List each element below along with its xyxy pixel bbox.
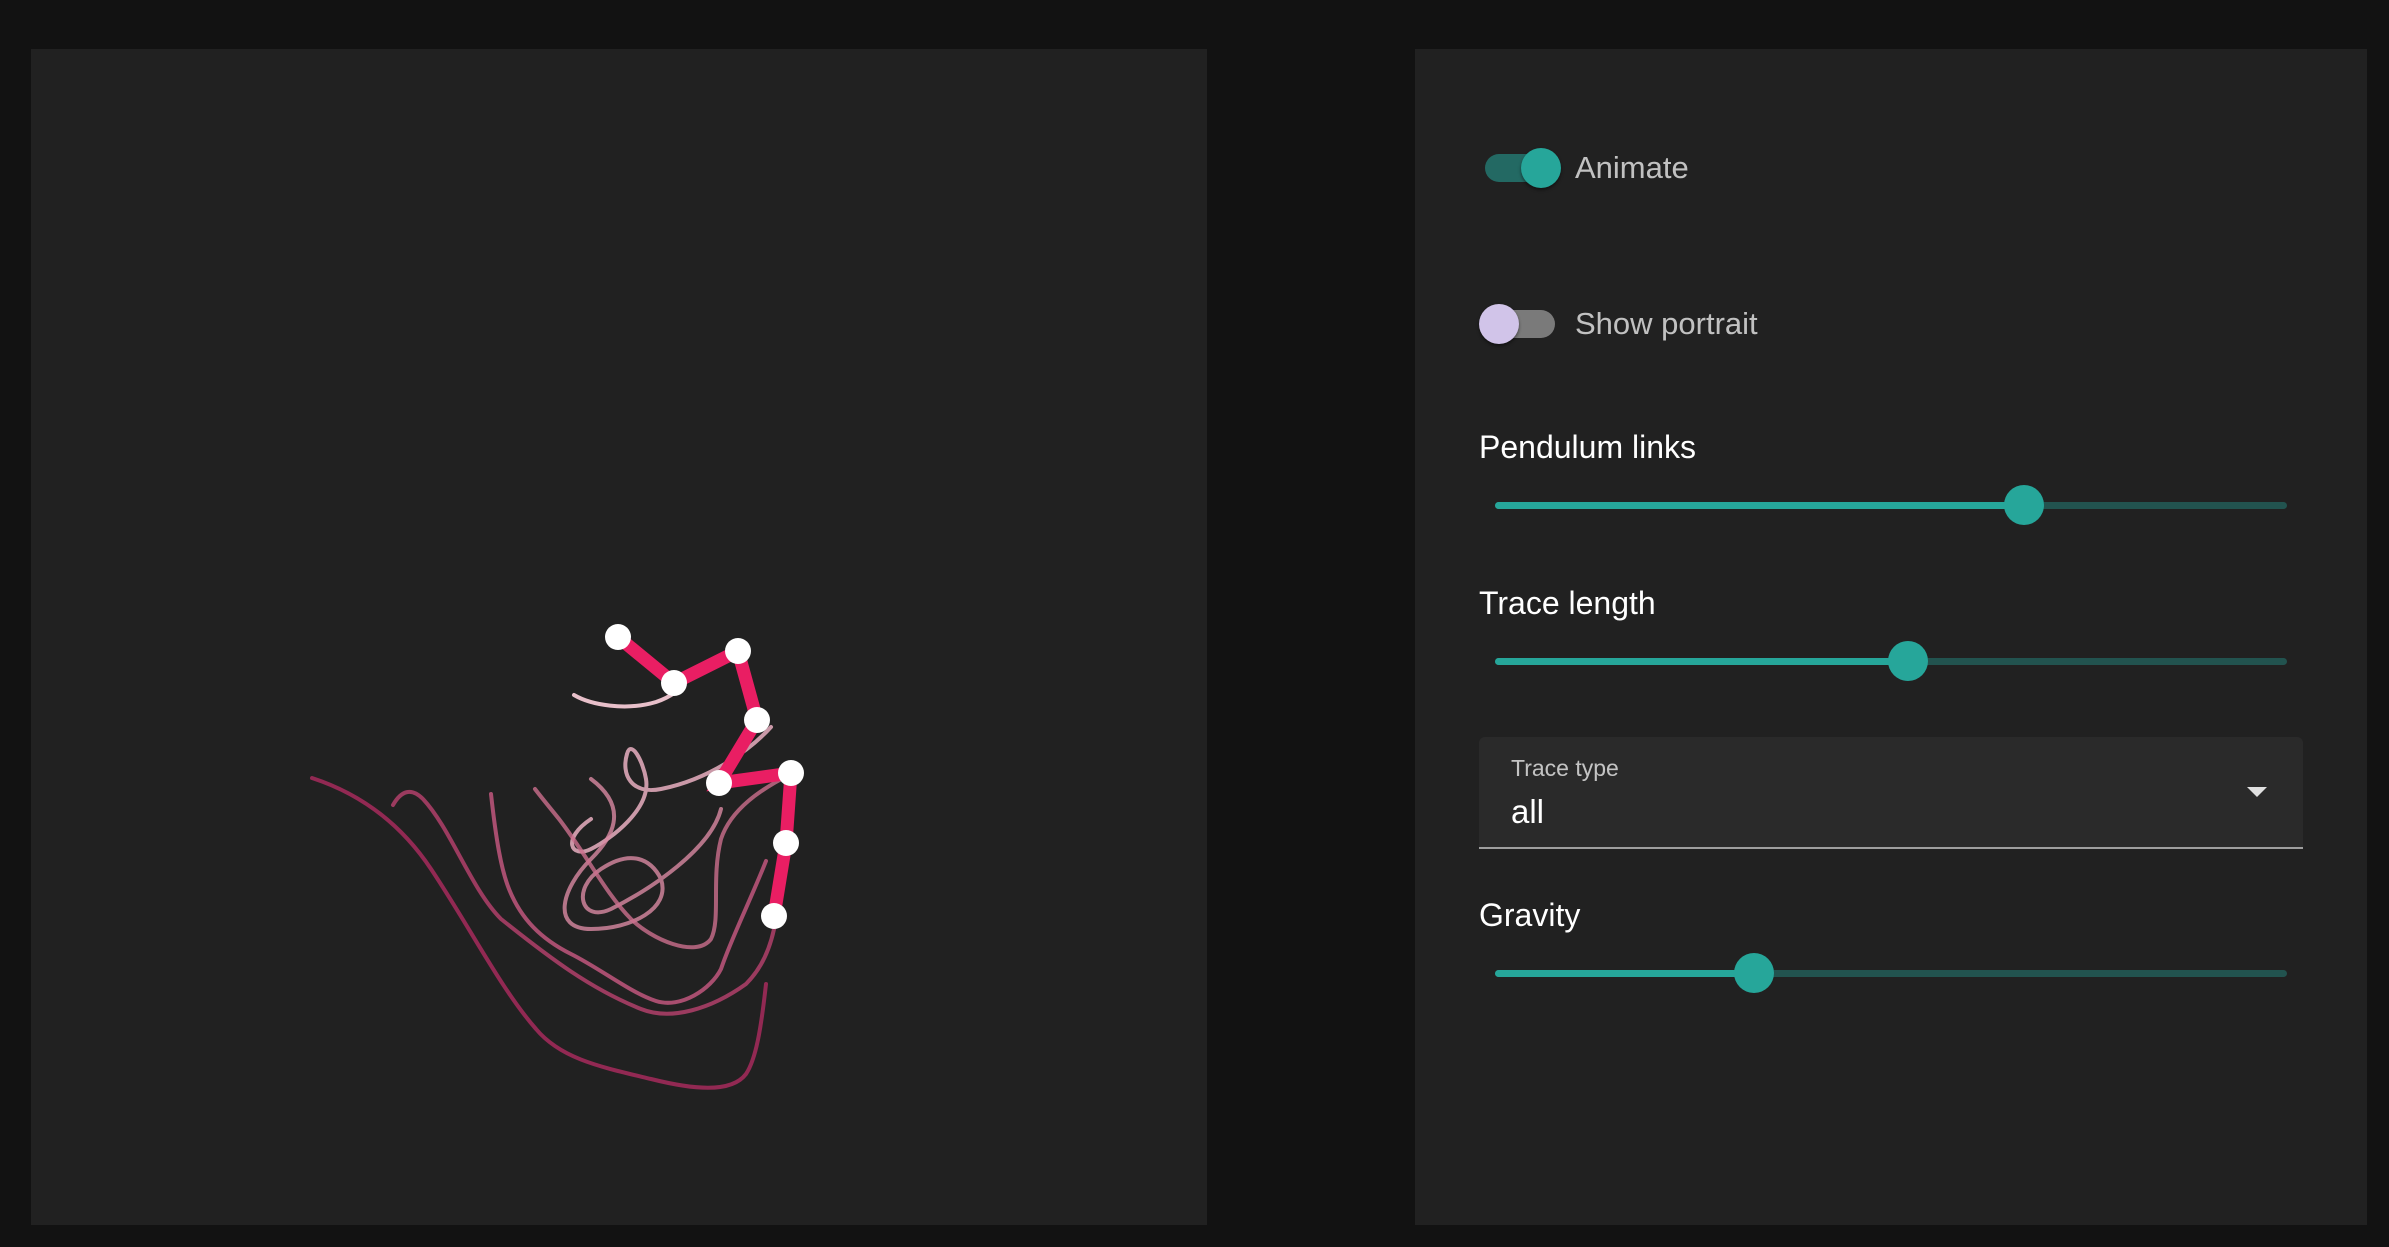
gravity-slider[interactable]: [1495, 953, 2287, 993]
controls-panel: Animate Show portrait Pendulum links Tra…: [1415, 49, 2367, 1225]
pendulum-links-knob[interactable]: [2004, 485, 2045, 525]
animate-switch[interactable]: [1479, 138, 1561, 198]
trace-length-slider[interactable]: [1495, 641, 2287, 681]
show-portrait-toggle-row: Show portrait: [1479, 294, 1758, 354]
joint-3: [744, 707, 770, 733]
gravity-label: Gravity: [1479, 897, 1581, 933]
trace-type-caption: Trace type: [1511, 755, 1619, 781]
show-portrait-switch[interactable]: [1479, 294, 1559, 354]
joint-anchor: [605, 624, 631, 650]
trace-length-fill: [1495, 658, 1908, 665]
pendulum-links-fill: [1495, 502, 2025, 509]
gravity-knob[interactable]: [1733, 953, 1774, 993]
trace-link-4: [533, 772, 793, 950]
gravity-fill: [1495, 970, 1754, 977]
joint-7: [761, 903, 787, 929]
pendulum-traces: [310, 679, 793, 1090]
show-portrait-switch-thumb[interactable]: [1479, 304, 1519, 344]
joint-6: [773, 830, 799, 856]
animate-toggle-row: Animate: [1479, 138, 1689, 198]
pendulum-links-label: Pendulum links: [1479, 429, 1696, 465]
pendulum-drawing: [310, 624, 804, 1090]
animate-label: Animate: [1575, 150, 1689, 185]
trace-length-knob[interactable]: [1887, 641, 1928, 681]
joint-4: [706, 770, 732, 796]
pendulum-canvas: [31, 49, 1207, 1225]
show-portrait-label: Show portrait: [1575, 306, 1758, 341]
trace-type-select[interactable]: Trace type all: [1479, 737, 2303, 849]
select-arrow-icon[interactable]: [2247, 787, 2267, 797]
trace-type-value: all: [1511, 793, 1545, 830]
joint-5: [778, 760, 804, 786]
pendulum-links-slider[interactable]: [1495, 485, 2287, 525]
trace-length-label: Trace length: [1479, 585, 1656, 621]
joint-2: [725, 638, 751, 664]
joint-1: [661, 670, 687, 696]
animate-switch-thumb[interactable]: [1521, 148, 1561, 188]
